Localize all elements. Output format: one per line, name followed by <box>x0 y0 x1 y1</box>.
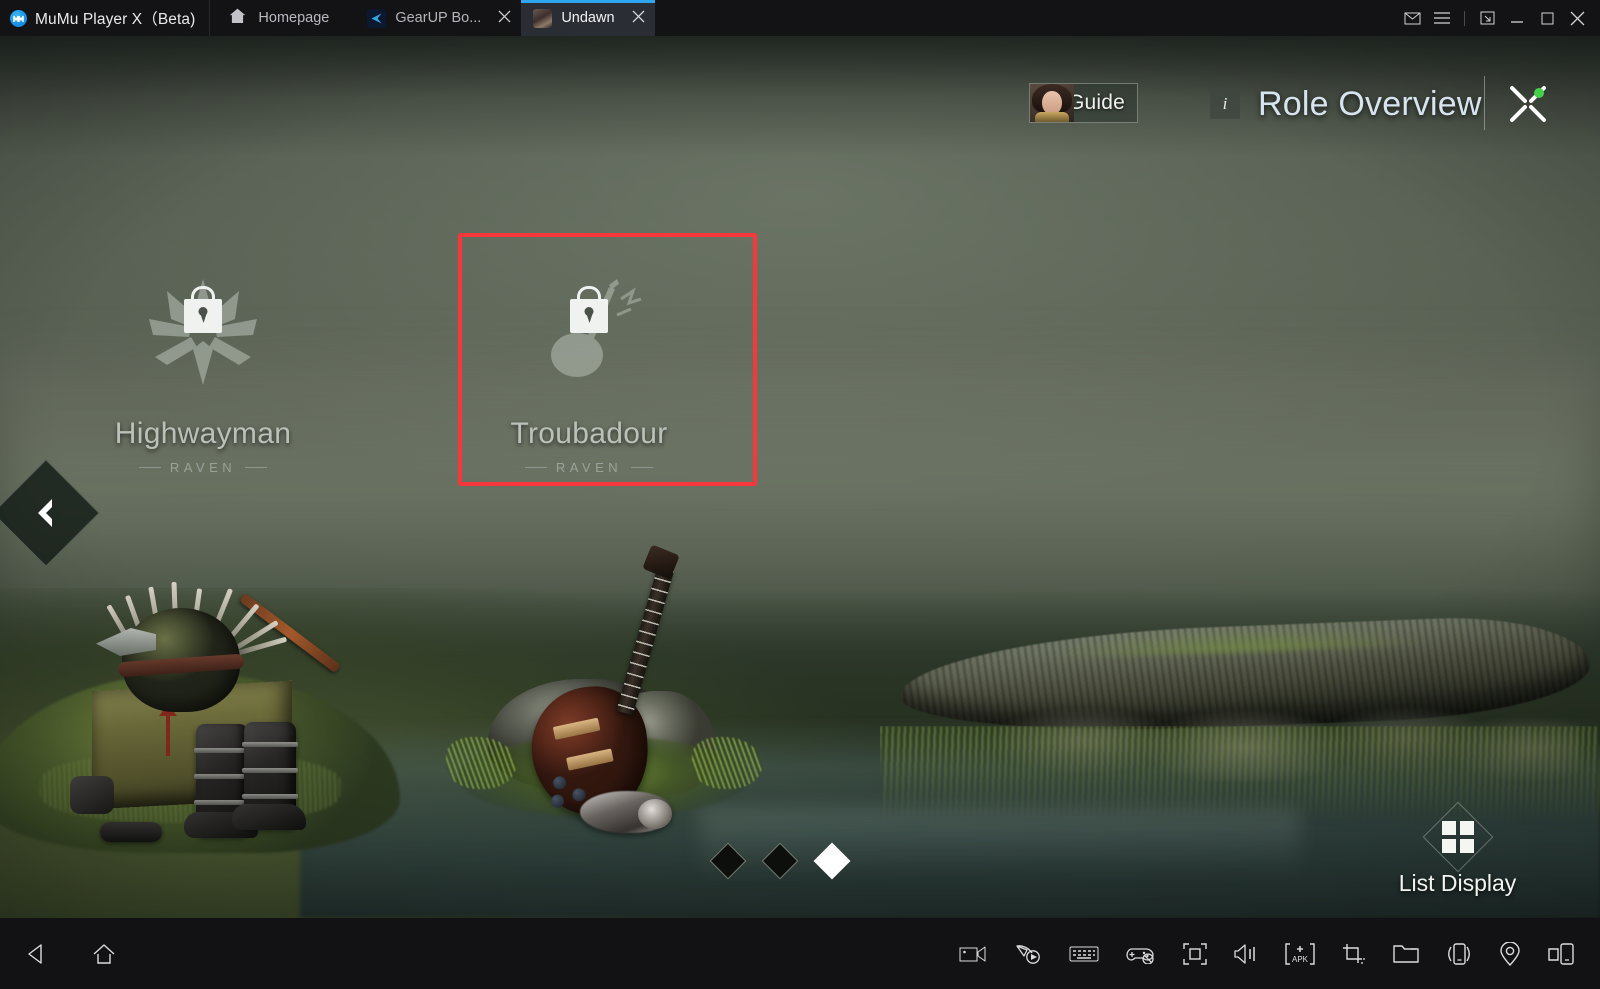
prev-page-button[interactable] <box>0 459 100 567</box>
homepage-tab[interactable]: Homepage <box>209 0 355 36</box>
tab-strip: GearUP Bo... Undawn <box>355 0 655 36</box>
guide-button[interactable]: Guide <box>1029 83 1139 123</box>
screenshot-crop-icon[interactable] <box>1342 943 1366 965</box>
multi-instance-icon[interactable] <box>1548 942 1576 966</box>
homepage-label: Homepage <box>258 10 330 26</box>
fullscreen-icon[interactable] <box>1183 942 1207 965</box>
chevron-left-icon <box>38 499 52 527</box>
back-icon[interactable] <box>26 943 46 965</box>
app-title-label: MuMu Player X（Beta) <box>35 11 196 28</box>
resize-icon[interactable] <box>1472 0 1502 36</box>
macro-record-icon[interactable] <box>1014 943 1042 965</box>
class-name-label: Troubadour <box>510 417 668 450</box>
padlock-icon <box>184 286 222 333</box>
record-video-icon[interactable] <box>959 944 987 964</box>
tab-label: Undawn <box>561 10 615 26</box>
collapse-cross-icon[interactable] <box>1505 81 1551 127</box>
close-icon[interactable] <box>490 10 511 26</box>
guide-avatar-icon <box>1030 84 1074 122</box>
class-icon-wrap <box>143 277 263 387</box>
dash-left <box>138 467 161 468</box>
class-faction-label: RAVEN <box>555 460 623 475</box>
mumu-logo-icon <box>10 9 27 27</box>
list-display-button[interactable]: List Display <box>1395 801 1520 897</box>
tab-undawn[interactable]: Undawn <box>521 0 655 36</box>
page-title: Role Overview <box>1258 84 1482 123</box>
emulator-toolbar: APK <box>0 918 1600 989</box>
grid-2x2-icon <box>1422 801 1493 873</box>
pagination-dots[interactable] <box>709 842 851 880</box>
class-faction-label: RAVEN <box>169 460 237 475</box>
info-icon[interactable]: i <box>1210 89 1240 119</box>
pagination-dot[interactable] <box>709 842 747 880</box>
svg-text:APK: APK <box>1292 955 1309 964</box>
tab-label: GearUP Bo... <box>395 10 482 26</box>
dash-right <box>631 467 654 468</box>
mail-icon[interactable] <box>1397 0 1427 36</box>
install-apk-icon[interactable]: APK <box>1285 942 1315 966</box>
game-viewport[interactable]: Guide i Role Overview Highwayman RAVEN T… <box>0 36 1600 918</box>
gearup-booster-icon <box>367 8 387 28</box>
class-faction: RAVEN <box>524 460 654 475</box>
dash-left <box>524 467 547 468</box>
home-icon[interactable] <box>92 943 116 965</box>
window-system-buttons <box>1397 0 1600 36</box>
guide-label: Guide <box>1068 91 1126 114</box>
nav-buttons <box>0 943 116 965</box>
dash-right <box>245 467 268 468</box>
tab-gearup-booster[interactable]: GearUP Bo... <box>355 0 521 36</box>
close-icon[interactable] <box>1562 0 1592 36</box>
gamepad-disabled-icon[interactable] <box>1126 944 1156 964</box>
app-title: MuMu Player X（Beta) <box>0 0 209 36</box>
minimize-icon[interactable] <box>1502 0 1532 36</box>
titlebar-spacer <box>655 0 1397 36</box>
maximize-icon[interactable] <box>1532 0 1562 36</box>
location-icon[interactable] <box>1499 941 1521 966</box>
menu-icon[interactable] <box>1427 0 1457 36</box>
home-icon <box>228 7 247 29</box>
header-divider <box>1484 76 1485 130</box>
volume-icon[interactable] <box>1234 943 1258 965</box>
keyboard-mapping-icon[interactable] <box>1069 944 1099 964</box>
titlebar-divider <box>1464 10 1465 26</box>
emulator-tools: APK <box>959 941 1600 966</box>
pagination-dot-active[interactable] <box>813 842 851 880</box>
class-faction: RAVEN <box>138 460 268 475</box>
class-card-highwayman[interactable]: Highwayman RAVEN <box>54 233 352 485</box>
close-icon[interactable] <box>624 10 645 26</box>
undawn-app-icon <box>533 8 553 28</box>
role-overview-header: i Role Overview <box>1210 78 1482 130</box>
list-display-label: List Display <box>1398 870 1517 896</box>
padlock-icon <box>570 286 608 333</box>
window-titlebar: MuMu Player X（Beta) Homepage GearUP Bo..… <box>0 0 1600 36</box>
pagination-dot[interactable] <box>761 842 799 880</box>
shake-device-icon[interactable] <box>1446 942 1472 966</box>
class-icon-wrap <box>529 277 649 387</box>
shared-folder-icon[interactable] <box>1393 943 1419 965</box>
class-name-label: Highwayman <box>114 417 292 450</box>
class-card-troubadour[interactable]: Troubadour RAVEN <box>440 233 738 485</box>
